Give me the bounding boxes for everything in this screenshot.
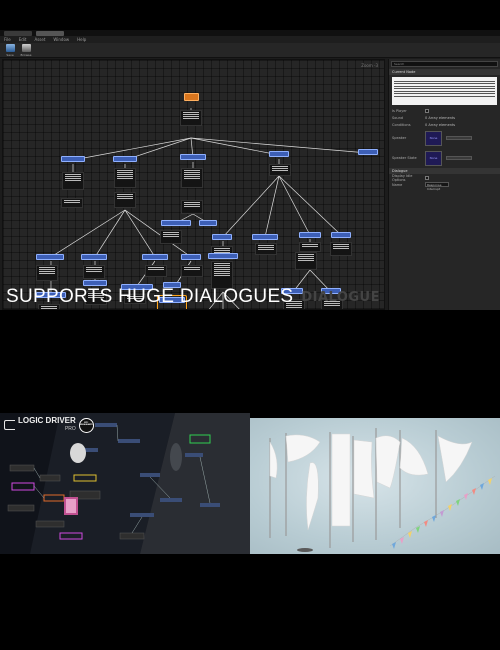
dialogue-node[interactable] (269, 151, 289, 157)
dialogue-node[interactable] (331, 232, 351, 238)
menu-bar: File Edit Asset Window Help (0, 36, 500, 43)
dialogue-text-field[interactable] (392, 77, 497, 105)
node-text-block (61, 198, 83, 208)
headline: SUPPORTS HUGE DIALOGUES (6, 286, 294, 307)
dialogue-node[interactable] (36, 254, 64, 260)
dialogue-node[interactable] (358, 149, 378, 155)
menu-edit[interactable]: Edit (19, 37, 27, 42)
prop-speaker: Speaker None (389, 128, 500, 148)
badge-text: EPIC MEGAGRANTS (80, 423, 93, 426)
menu-file[interactable]: File (4, 37, 11, 42)
node-text-block (181, 265, 203, 277)
prop-label: Speaker (392, 136, 407, 140)
speaker-thumbnail[interactable]: None (425, 130, 442, 146)
node-text-block (62, 172, 84, 190)
node-text-block (330, 242, 352, 256)
node-text-block (295, 252, 317, 270)
node-text-block (299, 242, 321, 252)
logo-text: LOGIC DRIVER PRO (18, 417, 76, 433)
dialogue-node[interactable] (81, 254, 107, 260)
prop-display-idle: Display Idle Options (389, 173, 500, 182)
logo-subtitle: PRO (64, 426, 76, 432)
dialogue-node[interactable] (161, 220, 191, 226)
prop-conditions: Conditions 0 Array elements (389, 121, 500, 128)
is-player-checkbox[interactable] (425, 108, 429, 113)
dialogue-node[interactable] (142, 254, 168, 260)
browse-label: Browse (20, 53, 32, 57)
prop-sound: Sound 0 Array elements (389, 114, 500, 121)
prop-label: Display Idle Options (392, 173, 413, 182)
menu-window[interactable]: Window (53, 37, 69, 42)
prop-label: Name (392, 182, 403, 187)
speaker-state-dropdown[interactable] (446, 156, 472, 160)
flags-illustration (269, 428, 496, 552)
node-text-block (181, 168, 203, 188)
menu-help[interactable]: Help (77, 37, 86, 42)
dialogue-graph-canvas[interactable]: Zoom -3 DIALOGUE (2, 59, 385, 310)
name-field[interactable]: Response Interrupt (425, 182, 449, 191)
dialogue-node[interactable] (199, 220, 217, 226)
prop-label: Is Player (392, 108, 407, 113)
dialogue-node[interactable] (212, 234, 232, 240)
prop-name: Name Response Interrupt (389, 181, 500, 191)
entry-node[interactable] (184, 93, 199, 101)
dialogue-node[interactable] (113, 156, 137, 162)
menu-asset[interactable]: Asset (34, 37, 45, 42)
node-text-block (114, 192, 136, 208)
details-panel: Search Current Node Is Player Sound 0 Ar… (388, 59, 500, 310)
node-text-block (160, 230, 182, 244)
node-text-block (211, 261, 233, 289)
prop-is-player: Is Player (389, 107, 500, 114)
prop-label: Conditions (392, 122, 411, 127)
editor-tab[interactable] (4, 30, 32, 36)
section-current-node[interactable]: Current Node (389, 69, 500, 75)
search-placeholder: Search (394, 62, 405, 66)
node-text-block (145, 265, 167, 277)
speaker-state-thumbnail[interactable]: None (425, 150, 442, 166)
node-text-block (36, 265, 58, 281)
logo-mark-icon (4, 420, 15, 430)
node-text-block (83, 265, 105, 279)
node-text-block (255, 243, 277, 255)
node-text-block (114, 168, 136, 188)
node-text-block (269, 164, 291, 176)
logic-driver-logo: LOGIC DRIVER PRO EPIC MEGAGRANTS (4, 417, 94, 433)
display-idle-checkbox[interactable] (425, 175, 429, 180)
node-text-block (181, 200, 203, 214)
save-icon (5, 44, 15, 52)
save-label: Save (6, 53, 14, 57)
dialogue-tab[interactable] (36, 30, 64, 36)
prop-speaker-state: Speaker State None (389, 148, 500, 168)
browse-icon (21, 44, 31, 52)
dialogue-node[interactable] (181, 254, 201, 260)
prop-label: Sound (392, 115, 404, 120)
toolbar: Save Browse (0, 43, 500, 58)
prop-label: Speaker State (392, 156, 417, 160)
logic-driver-collage: LOGIC DRIVER PRO EPIC MEGAGRANTS (0, 413, 250, 554)
dialogue-node[interactable] (61, 156, 85, 162)
collage-graph-art (0, 413, 250, 554)
prop-value[interactable]: 0 Array elements (425, 116, 455, 120)
zoom-indicator: Zoom -3 (361, 63, 378, 68)
composite-image: File Edit Asset Window Help Save Browse (0, 0, 500, 650)
dialogue-node[interactable] (180, 154, 206, 160)
browse-button[interactable]: Browse (20, 44, 32, 57)
save-button[interactable]: Save (4, 44, 16, 57)
flags-render-image (250, 418, 500, 554)
graph-watermark: DIALOGUE (301, 290, 380, 305)
dialogue-editor-window: File Edit Asset Window Help Save Browse (0, 30, 500, 310)
dialogue-node[interactable] (252, 234, 278, 240)
prop-value[interactable]: 0 Array elements (425, 123, 455, 127)
speaker-dropdown[interactable] (446, 136, 472, 140)
megagrants-badge: EPIC MEGAGRANTS (78, 417, 94, 433)
logo-name: LOGIC DRIVER (18, 416, 76, 425)
details-search[interactable]: Search (391, 61, 498, 67)
dialogue-node[interactable] (299, 232, 321, 238)
dialogue-node[interactable] (208, 253, 238, 259)
node-text-block (180, 110, 202, 126)
